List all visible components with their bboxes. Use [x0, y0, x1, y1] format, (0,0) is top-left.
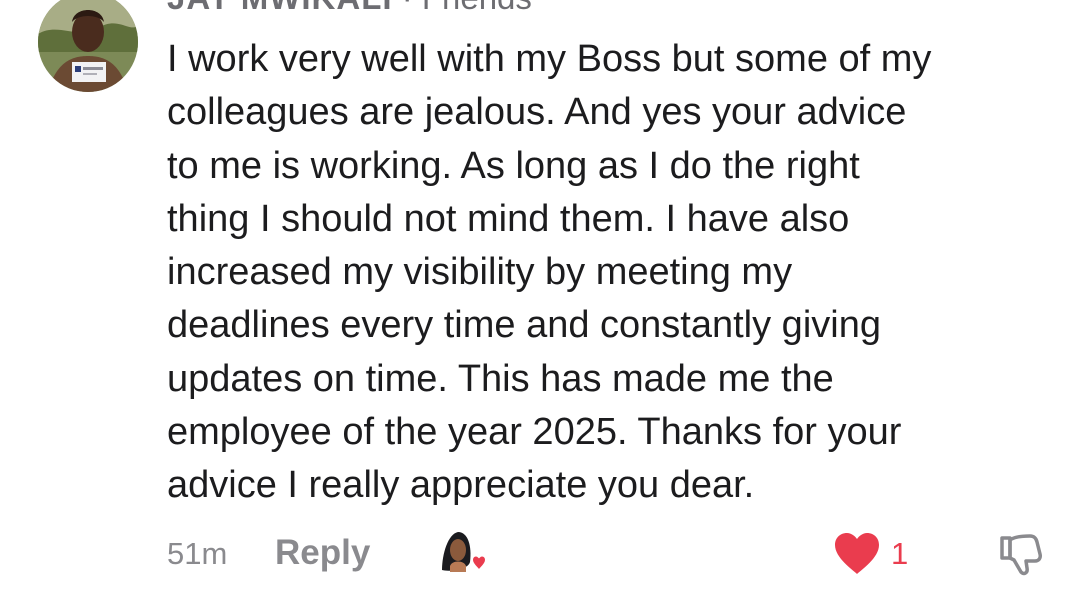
like-control[interactable]: 1	[833, 530, 908, 578]
avatar[interactable]	[38, 0, 138, 92]
comment-line: colleagues are jealous. And yes your adv…	[167, 91, 907, 134]
comment-line: I work very well with my Boss but some o…	[167, 38, 932, 80]
comment-line: to me is working. As long as I do the ri…	[167, 144, 860, 187]
heart-icon[interactable]	[833, 532, 881, 576]
comment-line: employee of the year 2025. Thanks for yo…	[167, 411, 902, 454]
profile-photo-icon	[38, 0, 138, 92]
author-liked-avatar-icon	[436, 526, 488, 578]
dislike-button[interactable]	[996, 530, 1044, 578]
thumbs-down-icon	[1000, 534, 1042, 576]
comment-line: deadlines every time and constantly givi…	[167, 304, 881, 347]
comment-line: advice I really appreciate you dear.	[167, 464, 755, 507]
author-relationship: Friends	[422, 0, 532, 16]
comment-text: I work very well with my Boss but some o…	[167, 33, 1062, 513]
author-name[interactable]: JAY MWIKALI	[167, 0, 393, 16]
like-count: 1	[891, 536, 909, 571]
comment-header: JAY MWIKALI · Friends	[167, 0, 532, 20]
reply-button[interactable]: Reply	[275, 530, 370, 576]
comment-line: increased my visibility by meeting my	[167, 251, 793, 294]
comment-line: updates on time. This has made me the	[167, 357, 834, 400]
header-separator: ·	[393, 0, 422, 16]
comment-timestamp: 51m	[167, 536, 228, 571]
comment-line: thing I should not mind them. I have als…	[167, 197, 850, 240]
